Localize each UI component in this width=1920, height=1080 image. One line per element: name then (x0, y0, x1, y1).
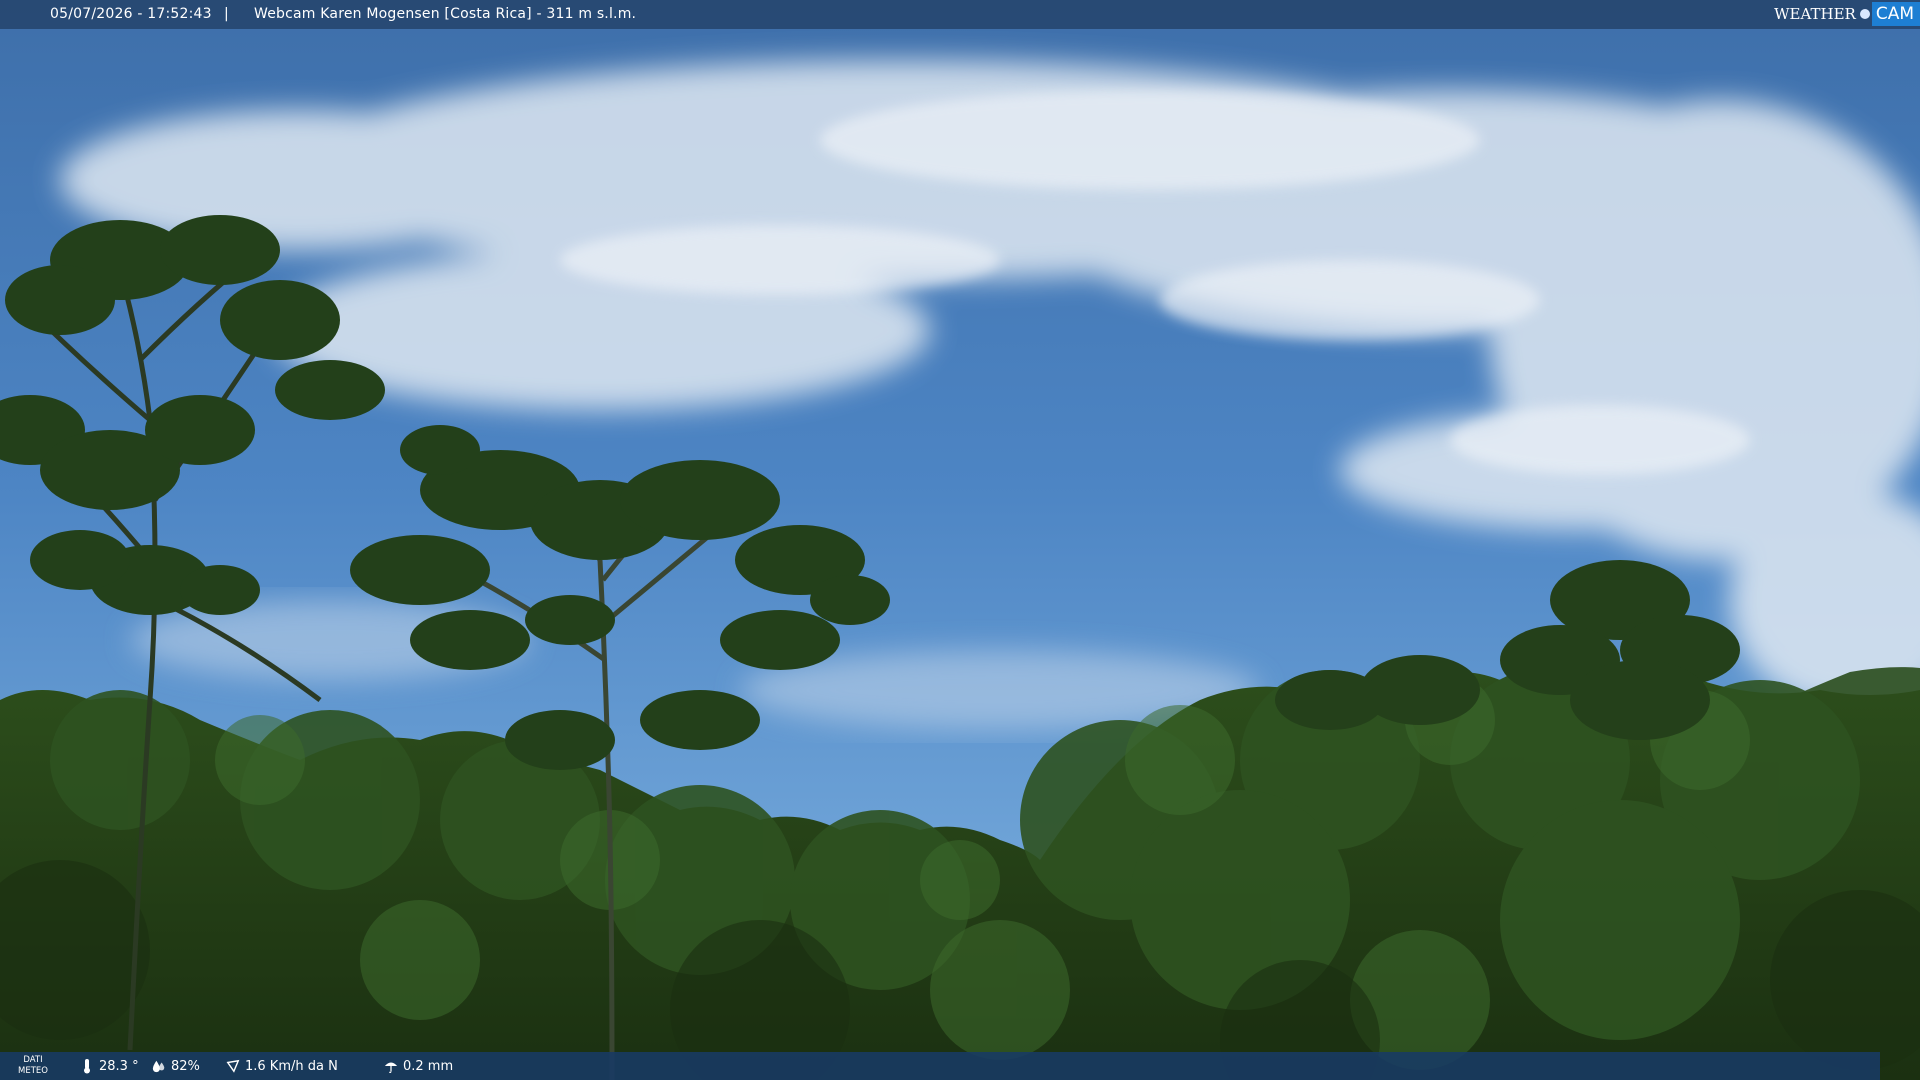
dati-meteo-label: DATI METEO (18, 1055, 48, 1077)
temperature-item: 28.3 ° (80, 1058, 139, 1074)
rain-value: 0.2 mm (403, 1058, 454, 1074)
logo-weather-text: WEATHER (1774, 4, 1856, 23)
logo-cam-text: CAM (1871, 1, 1920, 26)
humidity-item: 82% (152, 1058, 200, 1074)
timestamp: 05/07/2026 - 17:52:43 (50, 6, 212, 22)
rain-icon (384, 1062, 398, 1073)
separator: | (224, 6, 229, 22)
weathercam-logo: WEATHER CAM (1774, 0, 1920, 27)
humidity-value: 82% (171, 1058, 200, 1074)
wind-icon (226, 1059, 240, 1073)
weather-data-bar: DATI METEO 28.3 ° 82% 1.6 Km/h da N 0.2 … (0, 1052, 1880, 1080)
rain-item: 0.2 mm (384, 1058, 453, 1074)
logo-dot-icon (1859, 8, 1870, 19)
webcam-image (0, 0, 1920, 1080)
webcam-frame: 05/07/2026 - 17:52:43 | Webcam Karen Mog… (0, 0, 1920, 1080)
label-line1: DATI (23, 1055, 43, 1065)
top-info-bar: 05/07/2026 - 17:52:43 | Webcam Karen Mog… (0, 0, 1920, 29)
wind-value: 1.6 Km/h da N (245, 1058, 338, 1074)
thermometer-icon (84, 1059, 90, 1074)
temperature-value: 28.3 ° (99, 1058, 139, 1074)
humidity-icon (152, 1060, 165, 1073)
wind-item: 1.6 Km/h da N (226, 1058, 338, 1074)
label-line2: METEO (18, 1066, 48, 1076)
webcam-title: Webcam Karen Mogensen [Costa Rica] - 311… (254, 6, 637, 22)
